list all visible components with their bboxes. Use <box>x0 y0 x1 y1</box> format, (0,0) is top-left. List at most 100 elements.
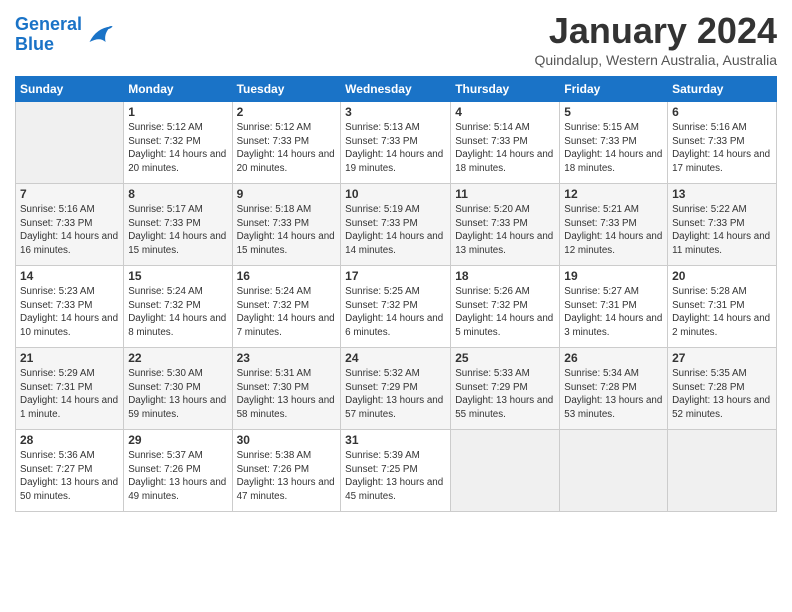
calendar-day-cell: 21 Sunrise: 5:29 AM Sunset: 7:31 PM Dayl… <box>16 348 124 430</box>
day-info: Sunrise: 5:13 AM Sunset: 7:33 PM Dayligh… <box>345 121 446 176</box>
day-number: 20 <box>672 269 772 283</box>
calendar-day-cell: 18 Sunrise: 5:26 AM Sunset: 7:32 PM Dayl… <box>451 266 560 348</box>
day-info: Sunrise: 5:16 AM Sunset: 7:33 PM Dayligh… <box>20 203 119 258</box>
calendar-day-cell: 10 Sunrise: 5:19 AM Sunset: 7:33 PM Dayl… <box>341 184 451 266</box>
calendar-day-cell: 24 Sunrise: 5:32 AM Sunset: 7:29 PM Dayl… <box>341 348 451 430</box>
day-number: 27 <box>672 351 772 365</box>
day-number: 26 <box>564 351 663 365</box>
header-thursday: Thursday <box>451 77 560 102</box>
day-number: 17 <box>345 269 446 283</box>
day-number: 28 <box>20 433 119 447</box>
day-info: Sunrise: 5:26 AM Sunset: 7:32 PM Dayligh… <box>455 285 555 340</box>
day-number: 14 <box>20 269 119 283</box>
calendar-week-row: 7 Sunrise: 5:16 AM Sunset: 7:33 PM Dayli… <box>16 184 777 266</box>
day-info: Sunrise: 5:12 AM Sunset: 7:32 PM Dayligh… <box>128 121 227 176</box>
calendar-day-cell: 30 Sunrise: 5:38 AM Sunset: 7:26 PM Dayl… <box>232 430 341 512</box>
day-info: Sunrise: 5:24 AM Sunset: 7:32 PM Dayligh… <box>128 285 227 340</box>
day-info: Sunrise: 5:31 AM Sunset: 7:30 PM Dayligh… <box>237 367 337 422</box>
day-info: Sunrise: 5:32 AM Sunset: 7:29 PM Dayligh… <box>345 367 446 422</box>
day-info: Sunrise: 5:16 AM Sunset: 7:33 PM Dayligh… <box>672 121 772 176</box>
day-info: Sunrise: 5:12 AM Sunset: 7:33 PM Dayligh… <box>237 121 337 176</box>
day-info: Sunrise: 5:22 AM Sunset: 7:33 PM Dayligh… <box>672 203 772 258</box>
calendar-day-cell <box>560 430 668 512</box>
day-number: 25 <box>455 351 555 365</box>
day-number: 12 <box>564 187 663 201</box>
calendar-day-cell: 26 Sunrise: 5:34 AM Sunset: 7:28 PM Dayl… <box>560 348 668 430</box>
calendar-week-row: 21 Sunrise: 5:29 AM Sunset: 7:31 PM Dayl… <box>16 348 777 430</box>
day-info: Sunrise: 5:35 AM Sunset: 7:28 PM Dayligh… <box>672 367 772 422</box>
day-info: Sunrise: 5:25 AM Sunset: 7:32 PM Dayligh… <box>345 285 446 340</box>
day-info: Sunrise: 5:19 AM Sunset: 7:33 PM Dayligh… <box>345 203 446 258</box>
day-number: 5 <box>564 105 663 119</box>
calendar-day-cell <box>16 102 124 184</box>
calendar-day-cell: 23 Sunrise: 5:31 AM Sunset: 7:30 PM Dayl… <box>232 348 341 430</box>
calendar-day-cell: 5 Sunrise: 5:15 AM Sunset: 7:33 PM Dayli… <box>560 102 668 184</box>
day-info: Sunrise: 5:34 AM Sunset: 7:28 PM Dayligh… <box>564 367 663 422</box>
calendar-day-cell: 28 Sunrise: 5:36 AM Sunset: 7:27 PM Dayl… <box>16 430 124 512</box>
day-number: 16 <box>237 269 337 283</box>
logo: General Blue <box>15 15 114 55</box>
day-number: 19 <box>564 269 663 283</box>
logo-bird-icon <box>86 21 114 49</box>
month-title: January 2024 <box>534 10 777 52</box>
calendar-day-cell: 3 Sunrise: 5:13 AM Sunset: 7:33 PM Dayli… <box>341 102 451 184</box>
header-monday: Monday <box>124 77 232 102</box>
page-container: General Blue January 2024 Quindalup, Wes… <box>0 0 792 522</box>
header-friday: Friday <box>560 77 668 102</box>
calendar-week-row: 28 Sunrise: 5:36 AM Sunset: 7:27 PM Dayl… <box>16 430 777 512</box>
day-number: 4 <box>455 105 555 119</box>
day-number: 1 <box>128 105 227 119</box>
day-info: Sunrise: 5:14 AM Sunset: 7:33 PM Dayligh… <box>455 121 555 176</box>
day-number: 8 <box>128 187 227 201</box>
logo-blue: Blue <box>15 34 54 54</box>
header-tuesday: Tuesday <box>232 77 341 102</box>
calendar-day-cell: 9 Sunrise: 5:18 AM Sunset: 7:33 PM Dayli… <box>232 184 341 266</box>
calendar-day-cell <box>451 430 560 512</box>
calendar-day-cell: 13 Sunrise: 5:22 AM Sunset: 7:33 PM Dayl… <box>668 184 777 266</box>
calendar-week-row: 14 Sunrise: 5:23 AM Sunset: 7:33 PM Dayl… <box>16 266 777 348</box>
calendar-day-cell: 17 Sunrise: 5:25 AM Sunset: 7:32 PM Dayl… <box>341 266 451 348</box>
day-number: 9 <box>237 187 337 201</box>
day-number: 31 <box>345 433 446 447</box>
calendar-day-cell: 2 Sunrise: 5:12 AM Sunset: 7:33 PM Dayli… <box>232 102 341 184</box>
calendar-table: Sunday Monday Tuesday Wednesday Thursday… <box>15 76 777 512</box>
calendar-week-row: 1 Sunrise: 5:12 AM Sunset: 7:32 PM Dayli… <box>16 102 777 184</box>
calendar-day-cell: 7 Sunrise: 5:16 AM Sunset: 7:33 PM Dayli… <box>16 184 124 266</box>
calendar-day-cell: 1 Sunrise: 5:12 AM Sunset: 7:32 PM Dayli… <box>124 102 232 184</box>
day-info: Sunrise: 5:21 AM Sunset: 7:33 PM Dayligh… <box>564 203 663 258</box>
calendar-day-cell: 31 Sunrise: 5:39 AM Sunset: 7:25 PM Dayl… <box>341 430 451 512</box>
day-info: Sunrise: 5:23 AM Sunset: 7:33 PM Dayligh… <box>20 285 119 340</box>
day-number: 30 <box>237 433 337 447</box>
day-number: 29 <box>128 433 227 447</box>
day-info: Sunrise: 5:18 AM Sunset: 7:33 PM Dayligh… <box>237 203 337 258</box>
calendar-day-cell: 8 Sunrise: 5:17 AM Sunset: 7:33 PM Dayli… <box>124 184 232 266</box>
day-number: 3 <box>345 105 446 119</box>
day-info: Sunrise: 5:36 AM Sunset: 7:27 PM Dayligh… <box>20 449 119 504</box>
calendar-day-cell: 19 Sunrise: 5:27 AM Sunset: 7:31 PM Dayl… <box>560 266 668 348</box>
calendar-day-cell: 11 Sunrise: 5:20 AM Sunset: 7:33 PM Dayl… <box>451 184 560 266</box>
day-info: Sunrise: 5:38 AM Sunset: 7:26 PM Dayligh… <box>237 449 337 504</box>
calendar-day-cell <box>668 430 777 512</box>
day-info: Sunrise: 5:30 AM Sunset: 7:30 PM Dayligh… <box>128 367 227 422</box>
calendar-day-cell: 6 Sunrise: 5:16 AM Sunset: 7:33 PM Dayli… <box>668 102 777 184</box>
calendar-day-cell: 29 Sunrise: 5:37 AM Sunset: 7:26 PM Dayl… <box>124 430 232 512</box>
day-info: Sunrise: 5:28 AM Sunset: 7:31 PM Dayligh… <box>672 285 772 340</box>
calendar-day-cell: 14 Sunrise: 5:23 AM Sunset: 7:33 PM Dayl… <box>16 266 124 348</box>
logo-general: General <box>15 14 82 34</box>
day-number: 13 <box>672 187 772 201</box>
day-info: Sunrise: 5:15 AM Sunset: 7:33 PM Dayligh… <box>564 121 663 176</box>
logo-text: General Blue <box>15 15 82 55</box>
day-number: 21 <box>20 351 119 365</box>
day-info: Sunrise: 5:37 AM Sunset: 7:26 PM Dayligh… <box>128 449 227 504</box>
day-info: Sunrise: 5:27 AM Sunset: 7:31 PM Dayligh… <box>564 285 663 340</box>
day-info: Sunrise: 5:20 AM Sunset: 7:33 PM Dayligh… <box>455 203 555 258</box>
calendar-day-cell: 15 Sunrise: 5:24 AM Sunset: 7:32 PM Dayl… <box>124 266 232 348</box>
header-section: General Blue January 2024 Quindalup, Wes… <box>15 10 777 68</box>
day-number: 22 <box>128 351 227 365</box>
day-info: Sunrise: 5:17 AM Sunset: 7:33 PM Dayligh… <box>128 203 227 258</box>
day-number: 10 <box>345 187 446 201</box>
calendar-day-cell: 25 Sunrise: 5:33 AM Sunset: 7:29 PM Dayl… <box>451 348 560 430</box>
day-number: 18 <box>455 269 555 283</box>
day-info: Sunrise: 5:29 AM Sunset: 7:31 PM Dayligh… <box>20 367 119 422</box>
subtitle: Quindalup, Western Australia, Australia <box>534 52 777 68</box>
